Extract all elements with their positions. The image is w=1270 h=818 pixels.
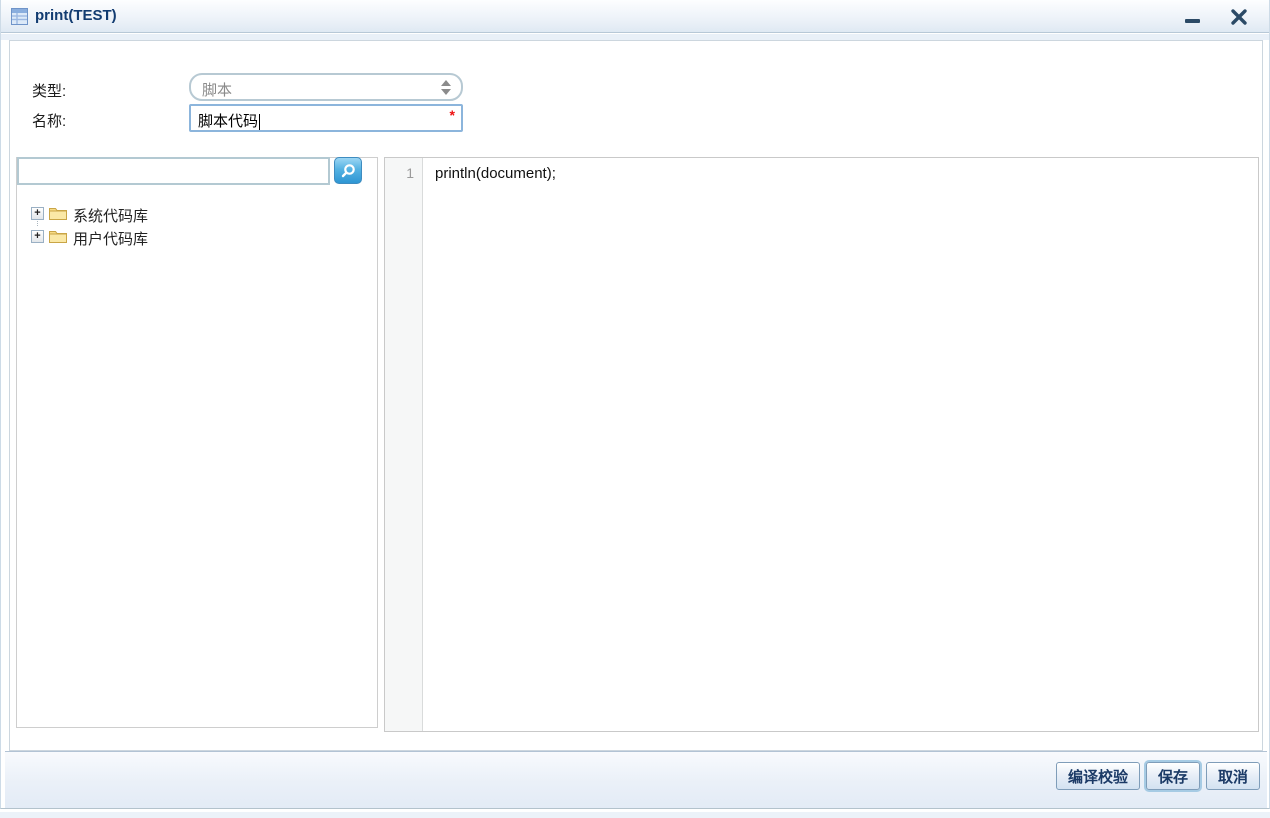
cancel-button[interactable]: 取消 (1205, 762, 1260, 790)
compile-verify-button[interactable]: 编译校验 (1055, 762, 1140, 790)
expand-plus-icon[interactable]: + (31, 207, 44, 220)
required-marker: * (449, 107, 455, 123)
folder-icon (48, 228, 68, 244)
search-button[interactable] (334, 157, 362, 184)
minimize-icon (1184, 19, 1200, 23)
close-button[interactable] (1227, 5, 1251, 29)
page-background-strip (0, 812, 1270, 818)
code-library-tree: + 系统代码库 + 用户代码库 (17, 202, 377, 248)
page-background: print(TEST) 类型: 脚本 名称: 脚本代码 * + 系统代码库 + … (0, 0, 1270, 818)
spinner-arrows-icon[interactable] (441, 80, 451, 96)
search-input[interactable] (17, 157, 330, 185)
editor-code-area[interactable]: println(document); (424, 158, 1258, 731)
code-editor[interactable]: 1 println(document); (384, 157, 1259, 732)
name-input-value: 脚本代码 (198, 113, 259, 130)
dialog-title: print(TEST) (35, 7, 117, 24)
expand-plus-icon[interactable]: + (31, 230, 44, 243)
dialog-footer: 编译校验 保存 取消 (5, 751, 1267, 808)
code-line: println(document); (435, 165, 556, 182)
code-library-panel: + 系统代码库 + 用户代码库 (16, 157, 378, 728)
tree-node-label[interactable]: 用户代码库 (73, 228, 148, 249)
folder-icon (48, 205, 68, 221)
dialog-body: 类型: 脚本 名称: 脚本代码 * + 系统代码库 + 用户代码库 1 prin… (9, 40, 1263, 751)
type-label: 类型: (32, 83, 67, 100)
dialog-window: print(TEST) 类型: 脚本 名称: 脚本代码 * + 系统代码库 + … (0, 0, 1270, 809)
name-input[interactable]: 脚本代码 * (189, 104, 463, 132)
footer-button-group: 编译校验 保存 取消 (1055, 762, 1260, 790)
name-label: 名称: (32, 113, 67, 130)
save-button[interactable]: 保存 (1145, 762, 1200, 790)
tree-node-user-library[interactable]: + 用户代码库 (17, 225, 377, 248)
tree-node-label[interactable]: 系统代码库 (73, 205, 148, 226)
close-icon (1231, 9, 1247, 25)
type-select-value: 脚本 (202, 82, 233, 99)
tree-node-system-library[interactable]: + 系统代码库 (17, 202, 377, 226)
line-number: 1 (406, 165, 414, 181)
dialog-titlebar: print(TEST) (1, 0, 1269, 33)
editor-gutter: 1 (385, 158, 423, 731)
text-caret (259, 114, 261, 130)
type-select[interactable]: 脚本 (189, 73, 463, 101)
search-icon (341, 163, 355, 177)
table-icon (11, 8, 28, 25)
minimize-button[interactable] (1180, 5, 1204, 29)
